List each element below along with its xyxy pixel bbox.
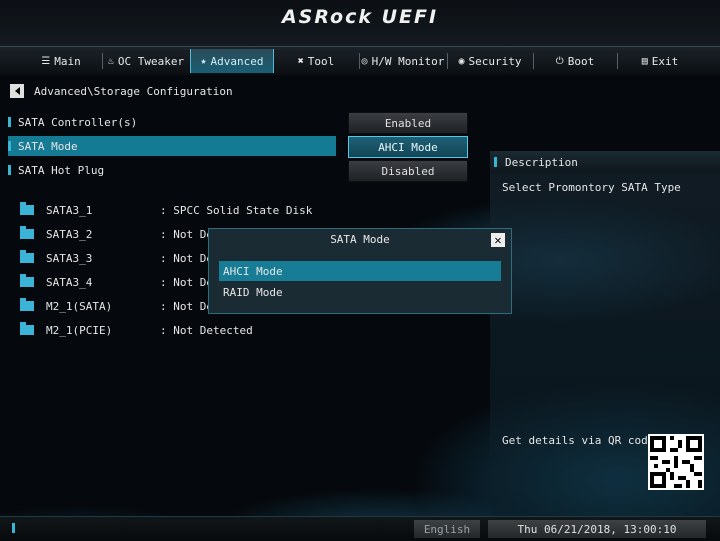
setting-label: SATA Controller(s) — [18, 115, 138, 129]
tab-oc-tweaker[interactable]: ♨ OC Tweaker — [104, 49, 188, 73]
tab-label: Tool — [307, 54, 335, 68]
folder-icon — [20, 298, 34, 311]
footer: English Thu 06/21/2018, 13:00:10 — [0, 516, 720, 541]
device-name: SATA3_4 — [46, 275, 93, 289]
back-button[interactable] — [10, 84, 24, 98]
breadcrumb-path: Advanced\Storage Configuration — [34, 84, 233, 98]
device-item: SATA3_3 — [20, 249, 92, 267]
tab-label: Advanced — [210, 54, 264, 68]
tab-main[interactable]: ☰ Main — [22, 49, 100, 73]
setting-label: SATA Mode — [18, 139, 78, 153]
device-name: SATA3_2 — [46, 227, 93, 241]
header: ASRock UEFI — [0, 0, 720, 46]
device-item: SATA3_4 — [20, 273, 92, 291]
asrock-logo: ASRock UEFI — [281, 6, 439, 28]
sata-mode-value-button[interactable]: AHCI Mode — [348, 136, 468, 158]
tab-label: OC Tweaker — [117, 54, 185, 68]
option-raid-mode[interactable]: RAID Mode — [219, 282, 501, 302]
tab-exit[interactable]: ▤ Exit — [618, 49, 702, 73]
monitor-icon: ◎ — [361, 55, 368, 67]
folder-icon — [20, 322, 34, 335]
tools-icon: ✖ — [297, 55, 304, 67]
qr-label: Get details via QR code — [502, 434, 655, 447]
folder-icon — [20, 250, 34, 263]
description-header: Description — [490, 151, 720, 173]
device-name: SATA3_3 — [46, 251, 93, 265]
setting-label: SATA Hot Plug — [18, 163, 105, 177]
setting-sata-hot-plug[interactable]: SATA Hot Plug — [8, 160, 336, 180]
folder-icon — [20, 274, 34, 287]
star-icon: ★ — [200, 55, 207, 67]
folder-icon — [20, 202, 34, 215]
exit-icon: ▤ — [641, 55, 648, 67]
tab-label: H/W Monitor — [371, 54, 445, 68]
description-panel: Select Promontory SATA Type Get details … — [490, 173, 720, 518]
tab-label: Boot — [567, 54, 595, 68]
power-icon: ⏻ — [555, 55, 564, 67]
setting-sata-mode[interactable]: SATA Mode — [8, 136, 336, 156]
device-name: M2_1(SATA) — [46, 299, 113, 313]
datetime-display: Thu 06/21/2018, 13:00:10 — [488, 520, 706, 538]
tab-bar: ☰ Main ♨ OC Tweaker ★ Advanced ✖ Tool ◎ … — [0, 46, 720, 75]
sata-controllers-value-button[interactable]: Enabled — [348, 112, 468, 134]
description-title: Description — [505, 155, 578, 169]
setting-sata-controllers[interactable]: SATA Controller(s) — [8, 112, 336, 132]
sata-hot-plug-value-button[interactable]: Disabled — [348, 160, 468, 182]
device-item: M2_1(SATA) — [20, 297, 112, 315]
qr-code-icon — [648, 434, 704, 490]
description-text: Select Promontory SATA Type — [502, 181, 681, 194]
list-icon: ☰ — [41, 55, 51, 67]
device-name: M2_1(PCIE) — [46, 323, 113, 337]
back-arrow-icon — [14, 87, 20, 95]
device-item: M2_1(PCIE) — [20, 321, 112, 339]
tab-hw-monitor[interactable]: ◎ H/W Monitor — [360, 49, 446, 73]
device-item: SATA3_1 — [20, 201, 92, 219]
tab-security[interactable]: ◉ Security — [448, 49, 532, 73]
tab-label: Security — [468, 54, 522, 68]
breadcrumb: Advanced\Storage Configuration — [10, 84, 233, 98]
close-icon[interactable]: ✕ — [491, 233, 505, 247]
tab-tool[interactable]: ✖ Tool — [274, 49, 358, 73]
flame-icon: ♨ — [107, 55, 114, 67]
device-status: : SPCC Solid State Disk — [160, 203, 313, 217]
language-button[interactable]: English — [414, 520, 480, 538]
tab-label: Exit — [651, 54, 679, 68]
device-name: SATA3_1 — [46, 203, 93, 217]
shield-icon: ◉ — [458, 55, 465, 67]
device-item: SATA3_2 — [20, 225, 92, 243]
tab-boot[interactable]: ⏻ Boot — [534, 49, 616, 73]
sata-mode-dialog: SATA Mode ✕ AHCI Mode RAID Mode — [208, 228, 512, 314]
option-ahci-mode[interactable]: AHCI Mode — [219, 261, 501, 281]
tab-label: Main — [54, 54, 81, 68]
dialog-title: SATA Mode — [330, 233, 390, 246]
device-status: : Not Detected — [160, 323, 253, 337]
tab-advanced[interactable]: ★ Advanced — [190, 49, 274, 73]
folder-icon — [20, 226, 34, 239]
